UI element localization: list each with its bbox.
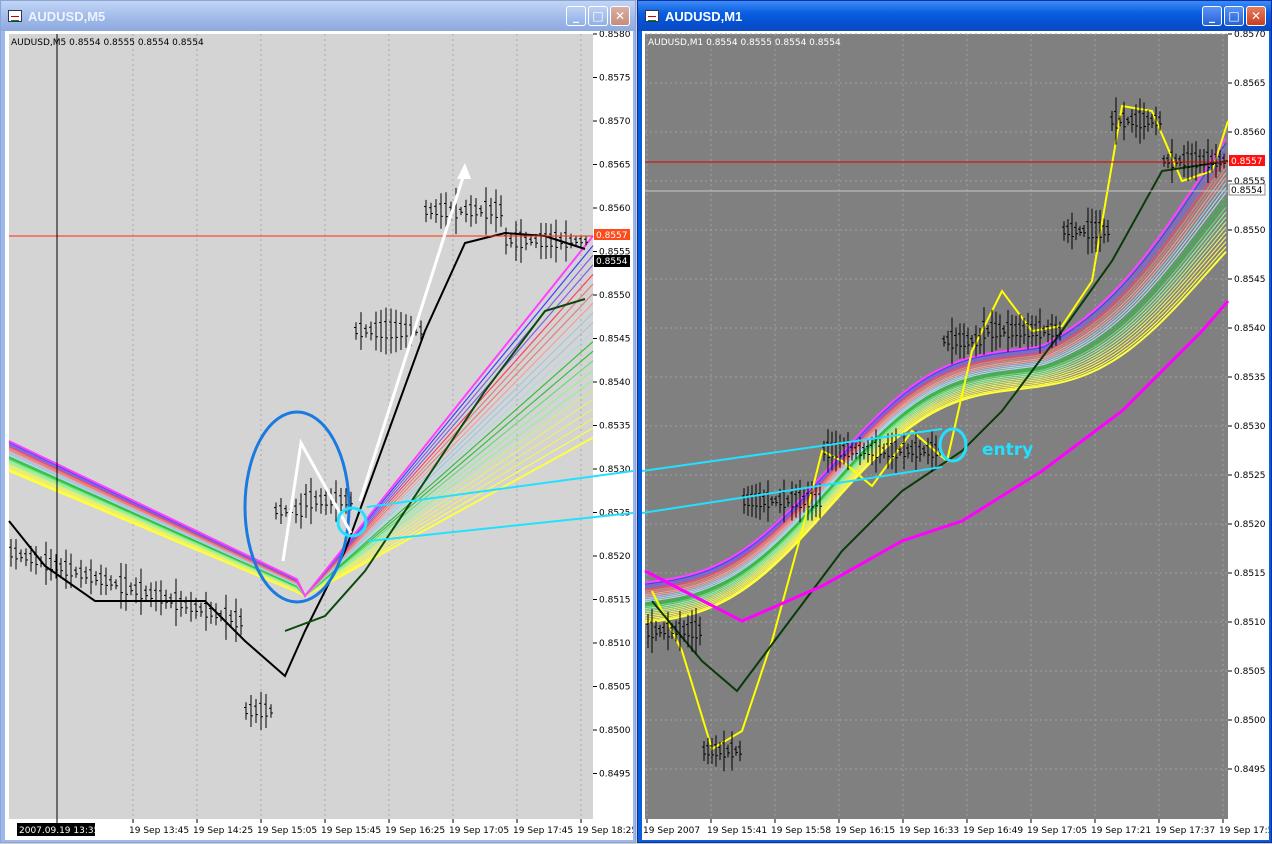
chart-window-m5[interactable]: AUDUSD,M5 _ □ ✕ 0.8580 0.8575 0.8570 0.8565… bbox=[0, 0, 696, 843]
price-axis-label: 0.8550 bbox=[1234, 226, 1266, 236]
time-axis-label: 19 Sep 13:45 bbox=[129, 826, 189, 836]
maximize-button[interactable]: □ bbox=[588, 6, 608, 26]
price-axis-label: 0.8570 bbox=[599, 117, 631, 127]
price-axis-label: 0.8565 bbox=[599, 161, 631, 171]
price-axis-label: 0.8515 bbox=[599, 596, 631, 606]
time-axis-label: 19 Sep 16:25 bbox=[385, 826, 445, 836]
price-axis-label: 0.8530 bbox=[1234, 422, 1266, 432]
window-title: AUDUSD,M5 bbox=[28, 8, 106, 24]
current-price-label: 0.8554 bbox=[1231, 186, 1263, 196]
window-title: AUDUSD,M1 bbox=[665, 8, 743, 24]
price-axis-label: 0.8575 bbox=[599, 74, 631, 84]
price-axis-label: 0.8545 bbox=[1234, 275, 1266, 285]
time-axis-label: 19 Sep 16:49 bbox=[963, 826, 1023, 836]
current-price-label: 0.8554 bbox=[596, 257, 628, 267]
price-axis-label: 0.8500 bbox=[599, 726, 631, 736]
chart-header-info: AUDUSD,M5 0.8554 0.8555 0.8554 0.8554 bbox=[11, 38, 204, 48]
price-axis-label: 0.8510 bbox=[1234, 618, 1266, 628]
price-axis-label: 0.8495 bbox=[599, 770, 631, 780]
price-axis-label: 0.8520 bbox=[599, 552, 631, 562]
price-axis-label: 0.8500 bbox=[1234, 716, 1266, 726]
time-axis-label: 19 Sep 16:15 bbox=[835, 826, 895, 836]
time-axis-label: 19 Sep 15:05 bbox=[257, 826, 317, 836]
time-axis-label: 19 Sep 15:58 bbox=[771, 826, 831, 836]
time-axis-label: 19 Sep 16:33 bbox=[899, 826, 959, 836]
red-line-price-label: 0.8557 bbox=[596, 231, 628, 241]
price-axis-label: 0.8570 bbox=[1234, 31, 1266, 40]
price-axis-label: 0.8560 bbox=[599, 204, 631, 214]
red-line-price-label: 0.8557 bbox=[1231, 157, 1263, 167]
time-axis-label: 19 Sep 17:21 bbox=[1091, 826, 1151, 836]
minimize-button[interactable]: _ bbox=[566, 6, 586, 26]
price-axis-label: 0.8540 bbox=[599, 378, 631, 388]
price-axis-label: 0.8540 bbox=[1234, 324, 1266, 334]
price-axis-label: 0.8525 bbox=[1234, 471, 1266, 481]
time-axis-label: 19 Sep 15:45 bbox=[321, 826, 381, 836]
price-axis-label: 0.8565 bbox=[1234, 79, 1266, 89]
time-axis-label: 19 Sep 18:25 bbox=[577, 826, 633, 836]
price-axis-label: 0.8505 bbox=[599, 683, 631, 693]
time-axis-label: 19 Sep 17:37 bbox=[1155, 826, 1215, 836]
crosshair-time-label: 2007.09.19 13:35 bbox=[19, 826, 99, 836]
price-axis-label: 0.8545 bbox=[599, 335, 631, 345]
chart-window-icon bbox=[8, 10, 22, 22]
time-axis-label: 19 Sep 17:45 bbox=[513, 826, 573, 836]
price-axis-label: 0.8505 bbox=[1234, 667, 1266, 677]
price-axis-label: 0.8560 bbox=[1234, 128, 1266, 138]
price-axis-label: 0.8520 bbox=[1234, 520, 1266, 530]
title-bar[interactable]: AUDUSD,M5 _ □ ✕ bbox=[1, 1, 635, 31]
chart-window-icon bbox=[645, 10, 659, 22]
time-axis-label: 19 Sep 17:05 bbox=[449, 826, 509, 836]
chart-window-m1[interactable]: AUDUSD,M1 _ □ ✕ 0.8570 0.8565 0.8560 0.8555… bbox=[637, 0, 1272, 843]
price-axis-label: 0.8515 bbox=[1234, 569, 1266, 579]
time-axis-label: 19 Sep 17:5 bbox=[1219, 826, 1269, 836]
close-button[interactable]: ✕ bbox=[1246, 6, 1266, 26]
time-axis-label: 19 Sep 17:05 bbox=[1027, 826, 1087, 836]
price-axis-label: 0.8535 bbox=[1234, 373, 1266, 383]
price-axis-label: 0.8550 bbox=[599, 291, 631, 301]
price-axis-label: 0.8495 bbox=[1234, 765, 1266, 775]
price-chart-m5[interactable]: 0.8580 0.8575 0.8570 0.8565 0.8560 0.8555 0.85… bbox=[5, 30, 696, 840]
price-axis-label: 0.8580 bbox=[599, 31, 631, 40]
entry-label: entry bbox=[982, 440, 1033, 460]
close-button[interactable]: ✕ bbox=[610, 6, 630, 26]
time-axis-label: 19 Sep 15:41 bbox=[707, 826, 767, 836]
chart-header-info: AUDUSD,M1 0.8554 0.8555 0.8554 0.8554 bbox=[648, 38, 841, 48]
price-axis-label: 0.8535 bbox=[599, 422, 631, 432]
time-axis-label: 19 Sep 2007 bbox=[643, 826, 700, 836]
minimize-button[interactable]: _ bbox=[1202, 6, 1222, 26]
maximize-button[interactable]: □ bbox=[1224, 6, 1244, 26]
price-chart-m1[interactable]: 0.8570 0.8565 0.8560 0.8555 0.8550 0.8545 0.85… bbox=[641, 30, 1272, 840]
title-bar[interactable]: AUDUSD,M1 _ □ ✕ bbox=[638, 1, 1271, 31]
price-axis-label: 0.8510 bbox=[599, 639, 631, 649]
time-axis-label: 19 Sep 14:25 bbox=[193, 826, 253, 836]
